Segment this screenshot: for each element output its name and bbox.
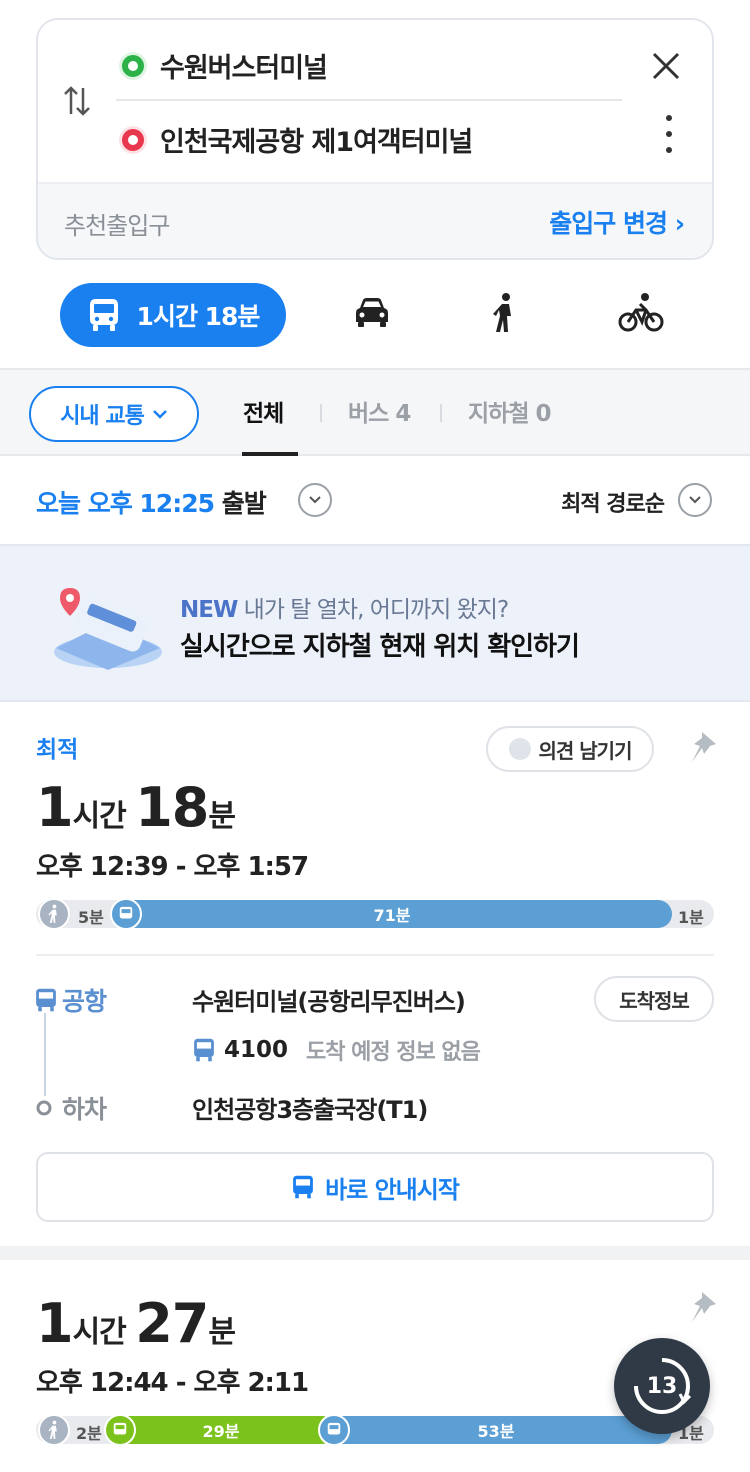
sort-chevron-icon[interactable] [678, 483, 712, 517]
refresh-fab[interactable]: 13 [614, 1338, 710, 1434]
bus-segment: 29분 [106, 1416, 336, 1444]
walk-segment-icon [38, 898, 70, 930]
walk-icon[interactable] [490, 292, 520, 334]
bus-arrival-note: 도착 예정 정보 없음 [306, 1040, 481, 1065]
pin-icon[interactable] [688, 1290, 720, 1326]
bus-icon [194, 1038, 214, 1062]
departure-chevron-icon[interactable] [298, 483, 332, 517]
mode-tabs: 1시간 18분 [0, 280, 750, 356]
origin-dot-icon [122, 54, 144, 77]
tab-separator [440, 404, 442, 422]
segment-bar: 5분 71분 1분 [36, 898, 714, 930]
board-stop[interactable]: 수원터미널(공항리무진버스) [192, 982, 466, 1017]
divider [116, 99, 622, 101]
time-range: 오후 12:44 - 오후 2:11 [36, 1368, 309, 1398]
banner-line2: 실시간으로 지하철 현재 위치 확인하기 [180, 632, 580, 662]
chevron-down-icon [152, 410, 167, 419]
pin-icon[interactable] [688, 730, 720, 766]
feedback-label: 의견 남기기 [538, 738, 633, 763]
destination-text: 인천국제공항 제1여객터미널 [160, 127, 473, 158]
bus-duration: 53분 [477, 1422, 515, 1441]
bus-info: 4100 도착 예정 정보 없음 [192, 1034, 481, 1066]
start-guidance-label: 바로 안내시작 [325, 1175, 460, 1204]
bicycle-icon[interactable] [618, 292, 664, 334]
walk-segment-icon [38, 1414, 70, 1446]
car-icon[interactable] [352, 292, 392, 332]
mode-transit-tab[interactable]: 1시간 18분 [60, 283, 286, 347]
bus-segment-icon [318, 1414, 350, 1446]
feedback-button[interactable]: 의견 남기기 [486, 726, 654, 772]
walk-duration: 5분 [78, 908, 104, 927]
filter-bar: 시내 교통 전체 버스 4 지하철 0 [0, 368, 750, 456]
alight-label: 하차 [62, 1095, 107, 1124]
train-illustration-icon [54, 588, 162, 670]
bus-duration: 71분 [373, 906, 411, 925]
bus-segment-icon [104, 1414, 136, 1446]
smile-icon [508, 738, 531, 760]
duration: 1시간 18분 [36, 776, 236, 839]
entrance-label: 추천출입구 [64, 212, 170, 240]
walk-duration: 2분 [76, 1424, 102, 1443]
alight-step: 하차 [34, 1090, 107, 1126]
arrival-info-button[interactable]: 도착정보 [594, 976, 714, 1022]
time-range: 오후 12:39 - 오후 1:57 [36, 852, 309, 882]
route-inputs: 수원버스터미널 인천국제공항 제1여객터미널 [38, 20, 712, 182]
best-badge: 최적 [36, 737, 79, 763]
refresh-count: 13 [646, 1373, 678, 1399]
bus-icon [34, 987, 58, 1013]
duration-hour-unit: 시간 [72, 799, 136, 834]
divider [36, 954, 714, 956]
more-icon[interactable] [664, 114, 674, 154]
start-guidance-button[interactable]: 바로 안내시작 [36, 1152, 714, 1222]
tab-bus[interactable]: 버스 4 [348, 394, 411, 428]
entrance-change-link[interactable]: 출입구 변경 › [549, 204, 685, 240]
close-icon[interactable] [650, 50, 682, 82]
transit-time: 1시간 18분 [136, 302, 261, 331]
category-dropdown[interactable]: 시내 교통 [29, 386, 199, 442]
subway-banner[interactable]: NEW 내가 탈 열차, 어디까지 왔지? 실시간으로 지하철 현재 위치 확인… [0, 544, 750, 702]
tab-subway[interactable]: 지하철 0 [468, 394, 551, 428]
duration-minute-unit: 분 [208, 799, 236, 834]
bus-segment: 71분 [112, 900, 672, 928]
swap-icon[interactable] [62, 84, 92, 118]
duration-minutes: 27 [135, 1292, 209, 1355]
duration-hours: 1 [36, 1292, 74, 1355]
departure-suffix: 출발 [214, 489, 267, 518]
route-card: 수원버스터미널 인천국제공항 제1여객터미널 추천출입구 출입구 변경 › [36, 18, 714, 260]
stop-dot-icon [34, 1098, 54, 1118]
entrance-row: 추천출입구 출입구 변경 › [38, 182, 712, 258]
destination-dot-icon [122, 128, 144, 151]
alight-stop[interactable]: 인천공항3층출국장(T1) [192, 1090, 428, 1125]
tab-all[interactable]: 전체 [243, 394, 284, 428]
duration: 1시간 27분 [36, 1292, 236, 1355]
bus-segment: 53분 [320, 1416, 672, 1444]
departure-time[interactable]: 오늘 오후 12:25 출발 [36, 484, 267, 520]
bus-number[interactable]: 4100 [224, 1037, 288, 1063]
tab-underline [242, 452, 298, 456]
board-label: 공항 [62, 987, 107, 1016]
bus-duration: 29분 [202, 1422, 240, 1441]
origin-field[interactable]: 수원버스터미널 [122, 46, 328, 85]
origin-text: 수원버스터미널 [160, 53, 328, 84]
bus-icon [293, 1175, 313, 1199]
banner-line1-text: 내가 탈 열차, 어디까지 왔지? [237, 597, 510, 623]
duration-minute-unit: 분 [208, 1315, 236, 1350]
departure-time-text: 오늘 오후 12:25 [36, 489, 215, 518]
tab-separator [320, 404, 322, 422]
category-label: 시내 교통 [60, 404, 145, 429]
banner-line1: NEW 내가 탈 열차, 어디까지 왔지? [180, 590, 510, 624]
new-badge: NEW [180, 597, 238, 623]
sort-label[interactable]: 최적 경로순 [561, 486, 665, 518]
board-step: 공항 [34, 982, 107, 1018]
walk-duration-end: 1분 [678, 908, 704, 927]
bus-segment-icon [110, 898, 142, 930]
duration-hour-unit: 시간 [72, 1315, 136, 1350]
duration-hours: 1 [36, 776, 74, 839]
section-gap [0, 1246, 750, 1260]
bus-icon [89, 299, 118, 331]
segment-bar: 2분 29분 53분 1분 [36, 1414, 714, 1446]
duration-minutes: 18 [135, 776, 209, 839]
destination-field[interactable]: 인천국제공항 제1여객터미널 [122, 120, 473, 159]
